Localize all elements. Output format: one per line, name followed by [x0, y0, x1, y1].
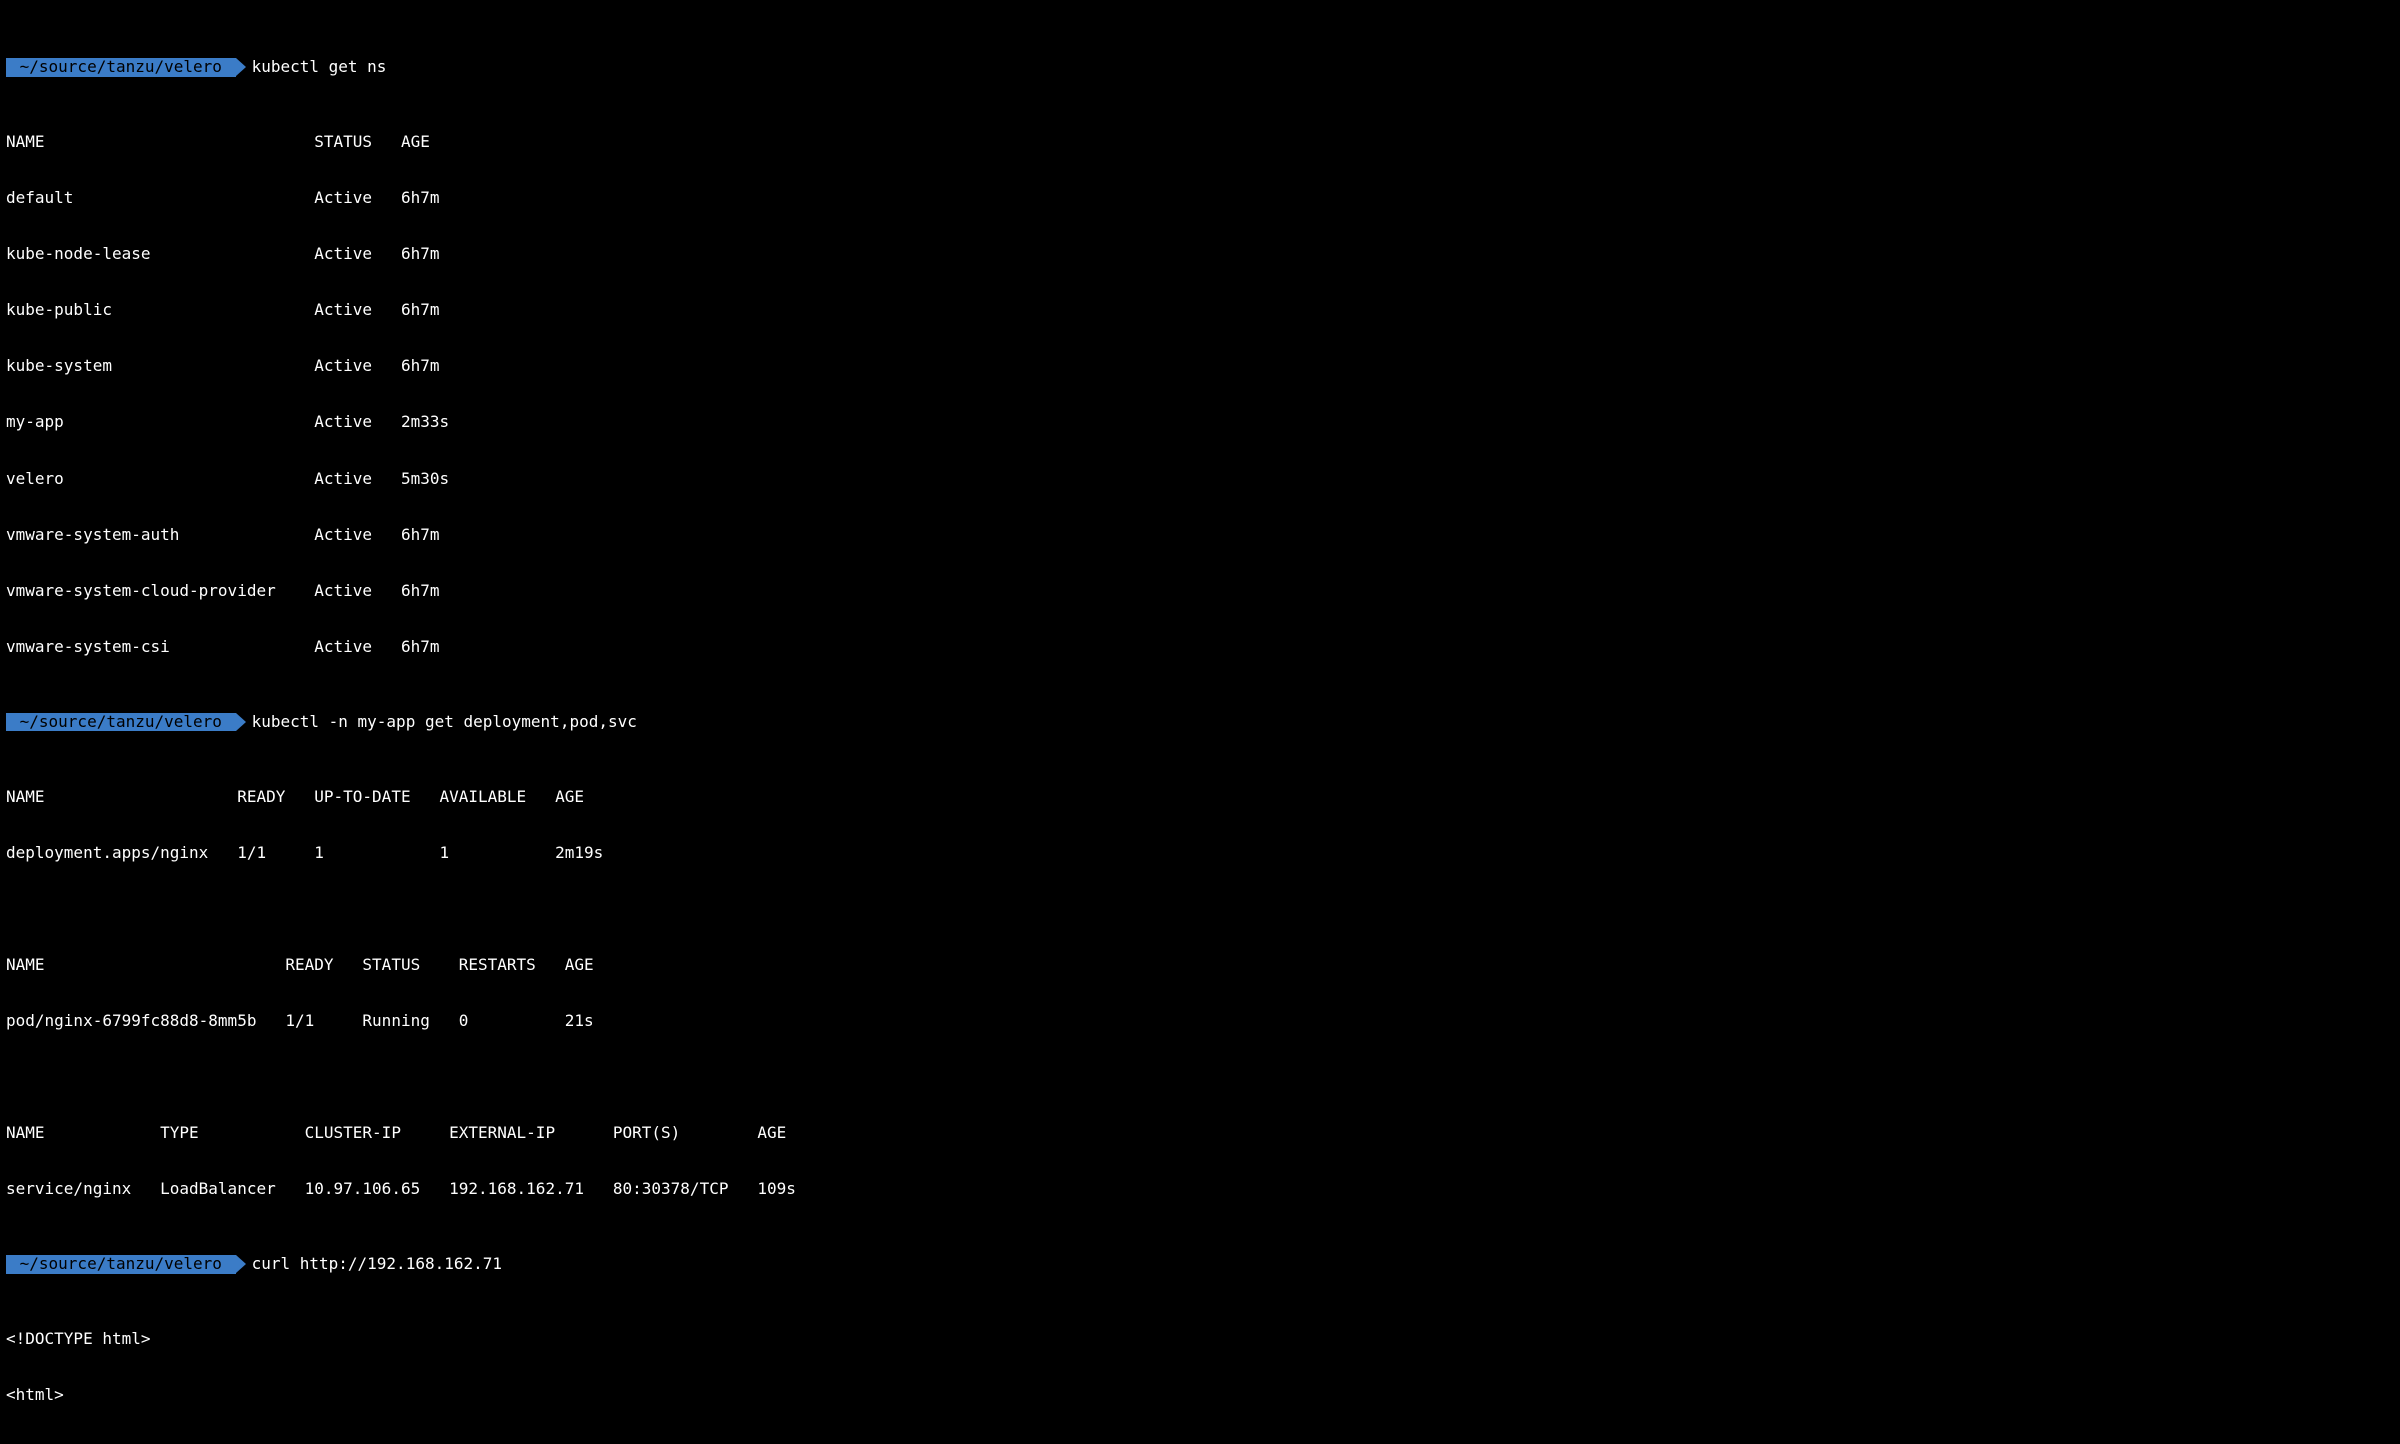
prompt-path: ~/source/tanzu/velero [6, 1255, 236, 1274]
prompt-line-3: ~/source/tanzu/velero curl http://192.16… [6, 1255, 2394, 1274]
dep-header: NAME READY UP-TO-DATE AVAILABLE AGE [6, 788, 2394, 807]
prompt-path: ~/source/tanzu/velero [6, 713, 236, 732]
command-3: curl http://192.168.162.71 [252, 1255, 502, 1274]
ns-row: vmware-system-auth Active 6h7m [6, 526, 2394, 545]
prompt-line-1: ~/source/tanzu/velero kubectl get ns [6, 58, 2394, 77]
prompt-line-2: ~/source/tanzu/velero kubectl -n my-app … [6, 713, 2394, 732]
blank-line [6, 1068, 2394, 1087]
ns-row: default Active 6h7m [6, 189, 2394, 208]
ns-row: kube-system Active 6h7m [6, 357, 2394, 376]
curl-output-line: <!DOCTYPE html> [6, 1330, 2394, 1349]
curl-output-line: <html> [6, 1386, 2394, 1405]
ns-row: vmware-system-csi Active 6h7m [6, 638, 2394, 657]
blank-line [6, 900, 2394, 919]
svc-row: service/nginx LoadBalancer 10.97.106.65 … [6, 1180, 2394, 1199]
svc-header: NAME TYPE CLUSTER-IP EXTERNAL-IP PORT(S)… [6, 1124, 2394, 1143]
ns-row: my-app Active 2m33s [6, 413, 2394, 432]
ns-row: kube-node-lease Active 6h7m [6, 245, 2394, 264]
ns-row: kube-public Active 6h7m [6, 301, 2394, 320]
ns-header: NAME STATUS AGE [6, 133, 2394, 152]
command-2: kubectl -n my-app get deployment,pod,svc [252, 713, 637, 732]
pod-row: pod/nginx-6799fc88d8-8mm5b 1/1 Running 0… [6, 1012, 2394, 1031]
pod-header: NAME READY STATUS RESTARTS AGE [6, 956, 2394, 975]
prompt-path: ~/source/tanzu/velero [6, 58, 236, 77]
command-1: kubectl get ns [252, 58, 387, 77]
ns-row: velero Active 5m30s [6, 470, 2394, 489]
dep-row: deployment.apps/nginx 1/1 1 1 2m19s [6, 844, 2394, 863]
ns-row: vmware-system-cloud-provider Active 6h7m [6, 582, 2394, 601]
terminal[interactable]: ~/source/tanzu/velero kubectl get ns NAM… [0, 0, 2400, 1444]
